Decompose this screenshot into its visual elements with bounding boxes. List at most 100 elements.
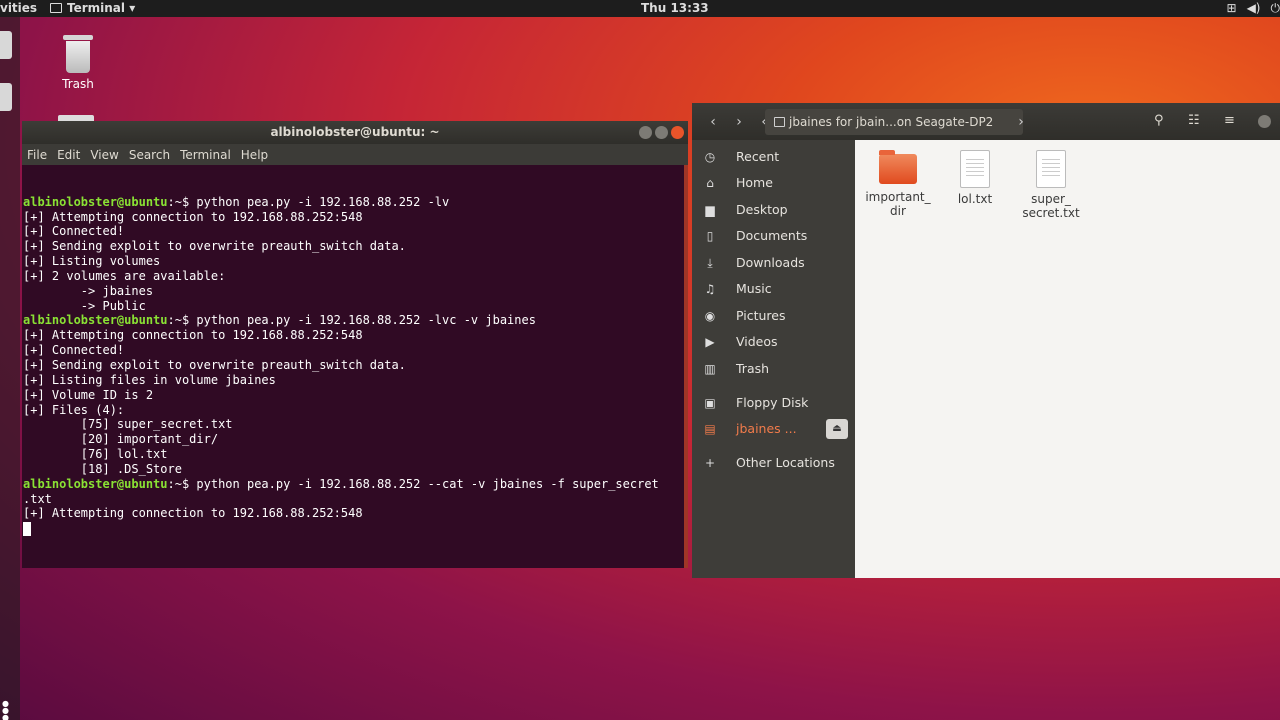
terminal-scrollbar[interactable]: [684, 165, 688, 568]
sidebar-item-downloads[interactable]: ⤓ Downloads: [692, 250, 855, 276]
terminal-line: albinolobster@ubuntu:~$ python pea.py -i…: [23, 313, 688, 328]
app-menu[interactable]: Terminal ▾: [50, 1, 135, 15]
power-icon[interactable]: ⏻: [1271, 1, 1280, 16]
file-item-label: super_: [1031, 192, 1071, 206]
terminal-text: [+] Volume ID is 2: [23, 387, 154, 402]
maximize-button[interactable]: [655, 126, 668, 139]
terminal-prompt: albinolobster@ubuntu: [23, 194, 168, 209]
terminal-text: [+] Attempting connection to 192.168.88.…: [23, 328, 363, 343]
search-icon[interactable]: ⚲: [1154, 113, 1164, 128]
view-options-icon[interactable]: ☷: [1188, 113, 1200, 128]
terminal-line: [18] .DS_Store: [23, 462, 688, 477]
file-item-label: dir: [890, 204, 906, 218]
desktop-trash[interactable]: Trash: [55, 35, 101, 91]
terminal-text: [75] super_secret.txt: [23, 417, 233, 432]
dock-app-icon[interactable]: [0, 31, 12, 59]
minimize-button[interactable]: [639, 126, 652, 139]
sidebar-item-desktop[interactable]: ▆ Desktop: [692, 197, 855, 223]
sidebar-item-other-locations[interactable]: + Other Locations: [692, 450, 855, 476]
menu-view[interactable]: View: [90, 148, 118, 162]
menu-search[interactable]: Search: [129, 148, 170, 162]
clock[interactable]: Thu 13:33: [641, 1, 709, 15]
dock-terminal-icon[interactable]: [0, 83, 12, 111]
file-item-important-dir[interactable]: important_ dir: [863, 150, 933, 218]
minimize-button[interactable]: [1258, 115, 1271, 128]
terminal-text: [18] .DS_Store: [23, 461, 182, 476]
sidebar-item-videos[interactable]: ▶ Videos: [692, 329, 855, 355]
terminal-line: -> jbaines: [23, 284, 688, 299]
sidebar-item-documents[interactable]: ▯ Documents: [692, 223, 855, 249]
sidebar-item-label: Pictures: [736, 308, 786, 323]
floppy-icon: ▣: [704, 396, 716, 410]
terminal-text: [+] Attempting connection to 192.168.88.…: [23, 506, 363, 521]
eject-icon[interactable]: ⏏: [826, 419, 848, 439]
home-icon: ⌂: [706, 176, 714, 190]
network-drive-icon: ▤: [704, 422, 716, 436]
sidebar-item-floppy-disk[interactable]: ▣ Floppy Disk: [692, 390, 855, 416]
activities-button[interactable]: vities: [0, 1, 37, 15]
terminal-window[interactable]: albinolobster@ubuntu: ~ File Edit View S…: [22, 121, 688, 568]
terminal-line: [+] Connected!: [23, 343, 688, 358]
file-item-lol-txt[interactable]: lol.txt: [940, 150, 1010, 206]
back-button[interactable]: ‹: [702, 112, 724, 132]
menu-icon[interactable]: ≡: [1224, 113, 1235, 128]
files-headerbar[interactable]: ‹ › ‹ jbaines for jbain...on Seagate-DP2…: [692, 103, 1280, 140]
terminal-line: -> Public: [23, 299, 688, 314]
sidebar-item-recent[interactable]: ◷ Recent: [692, 144, 855, 170]
sidebar-item-pictures[interactable]: ◉ Pictures: [692, 303, 855, 329]
terminal-text: :~$ python pea.py -i 192.168.88.252 -lvc…: [167, 313, 536, 328]
menu-edit[interactable]: Edit: [57, 148, 80, 162]
file-item-super-secret-txt[interactable]: super_ secret.txt: [1016, 150, 1086, 220]
files-content[interactable]: important_ dir lol.txt super_ secret.txt: [855, 140, 1280, 578]
video-icon: ▶: [705, 335, 715, 349]
camera-icon: ◉: [704, 309, 716, 323]
menu-terminal[interactable]: Terminal: [180, 148, 231, 162]
folder-icon: [774, 117, 785, 127]
terminal-text: [+] Sending exploit to overwrite preauth…: [23, 239, 406, 254]
forward-button[interactable]: ›: [728, 112, 750, 132]
trash-icon: [63, 35, 93, 73]
terminal-line: albinolobster@ubuntu:~$ python pea.py -i…: [23, 477, 688, 492]
menu-file[interactable]: File: [27, 148, 47, 162]
terminal-line: [+] Listing files in volume jbaines: [23, 373, 688, 388]
path-label: jbaines for jbain...on Seagate-DP2: [789, 115, 994, 129]
show-applications-icon[interactable]: ● ● ●: [2, 700, 9, 720]
sidebar-item-label: Home: [736, 175, 773, 190]
terminal-text: [76] lol.txt: [23, 447, 168, 462]
sidebar-item-trash[interactable]: ▥ Trash: [692, 356, 855, 382]
desktop-trash-label: Trash: [62, 77, 94, 91]
terminal-line: [+] Connected!: [23, 224, 688, 239]
files-sidebar: ◷ Recent ⌂ Home ▆ Desktop ▯ Documents ⤓ …: [692, 140, 855, 578]
sidebar-item-music[interactable]: ♫ Music: [692, 276, 855, 302]
system-tray[interactable]: ⊞ ◀) ⏻: [1227, 1, 1280, 16]
terminal-text: [+] Listing volumes: [23, 254, 161, 269]
terminal-title: albinolobster@ubuntu: ~: [270, 125, 440, 139]
sidebar-item-label: Floppy Disk: [736, 395, 809, 410]
menu-help[interactable]: Help: [241, 148, 268, 162]
sidebar-item-label: jbaines ...: [736, 421, 797, 436]
terminal-output[interactable]: albinolobster@ubuntu:~$ python pea.py -i…: [22, 165, 688, 568]
terminal-text: [+] Attempting connection to 192.168.88.…: [23, 209, 363, 224]
file-item-label: important_: [865, 190, 931, 204]
folder-icon: [879, 150, 917, 184]
terminal-text: :~$ python pea.py -i 192.168.88.252 --ca…: [167, 476, 659, 491]
terminal-prompt: albinolobster@ubuntu: [23, 476, 168, 491]
terminal-titlebar[interactable]: albinolobster@ubuntu: ~: [22, 121, 688, 144]
terminal-line: [75] super_secret.txt: [23, 417, 688, 432]
files-window[interactable]: ‹ › ‹ jbaines for jbain...on Seagate-DP2…: [692, 103, 1280, 578]
sidebar-item-label: Other Locations: [736, 455, 835, 470]
close-button[interactable]: [671, 126, 684, 139]
network-icon[interactable]: ⊞: [1227, 1, 1237, 16]
path-bar[interactable]: jbaines for jbain...on Seagate-DP2: [765, 109, 1023, 135]
path-right-arrow[interactable]: ›: [1014, 112, 1028, 132]
terminal-cursor: [23, 521, 31, 536]
text-file-icon: [1036, 150, 1066, 188]
sidebar-item-home[interactable]: ⌂ Home: [692, 170, 855, 196]
volume-icon[interactable]: ◀): [1247, 1, 1261, 16]
sidebar-item-label: Desktop: [736, 202, 788, 217]
terminal-cursor-line: [23, 521, 688, 536]
terminal-text: [20] important_dir/: [23, 432, 219, 447]
music-icon: ♫: [704, 282, 716, 296]
sidebar-item-jbaines[interactable]: ▤ jbaines ... ⏏: [692, 416, 855, 442]
text-file-icon: [960, 150, 990, 188]
